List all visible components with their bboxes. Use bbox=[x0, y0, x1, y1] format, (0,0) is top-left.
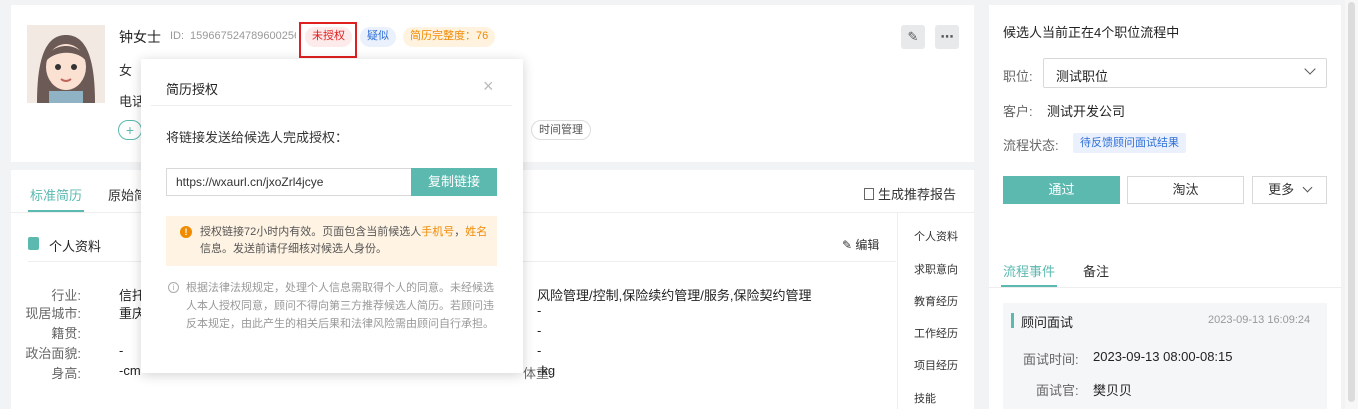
personal-section-title: 个人资料 bbox=[49, 239, 102, 254]
personal-field-label: 政治面貌: bbox=[25, 346, 81, 361]
personal-edit-button[interactable]: ✎ 编辑 bbox=[842, 236, 879, 253]
avatar bbox=[27, 25, 105, 103]
interview-time-label: 面试时间: bbox=[1023, 352, 1079, 367]
personal-field-label: 行业: bbox=[51, 288, 81, 303]
reject-button[interactable]: 淘汰 bbox=[1127, 176, 1244, 204]
personal-field-label: 身高: bbox=[51, 366, 81, 381]
interviewer-value: 樊贝贝 bbox=[1093, 383, 1133, 398]
interviewer-label: 面试官: bbox=[1036, 383, 1079, 398]
info-icon: i bbox=[168, 282, 179, 293]
modal-prompt: 将链接发送给候选人完成授权： bbox=[166, 130, 349, 145]
document-icon bbox=[864, 188, 874, 200]
candidate-id: 1596675247896002560 bbox=[190, 30, 296, 42]
personal-field-value: 风险管理/控制,保险续约管理/服务,保险契约管理 bbox=[537, 288, 812, 303]
personal-field-label: 现居城市: bbox=[25, 306, 81, 321]
process-card: 候选人当前正在4个职位流程中 职位: 测试职位 客户: 测试开发公司 流程状态:… bbox=[989, 5, 1341, 409]
candidate-id-label: ID: bbox=[170, 30, 185, 42]
client-value: 测试开发公司 bbox=[1047, 104, 1126, 119]
candidate-name: 钟女士 bbox=[119, 29, 161, 45]
process-summary: 候选人当前正在4个职位流程中 bbox=[1003, 25, 1180, 40]
modal-close-button[interactable]: × bbox=[483, 76, 494, 97]
close-icon: × bbox=[483, 76, 494, 96]
warning-box: ! 授权链接72小时内有效。页面包含当前候选人手机号，姓名信息。发送前请仔细核对… bbox=[166, 216, 497, 266]
status-badge: 待反馈顾问面试结果 bbox=[1073, 133, 1186, 153]
scrollbar-track[interactable] bbox=[1345, 0, 1358, 409]
event-title: 顾问面试 bbox=[1021, 315, 1074, 330]
side-nav-item[interactable]: 技能 bbox=[914, 390, 936, 406]
unauthorized-label[interactable]: 未授权 bbox=[305, 27, 352, 47]
personal-field-label: 籍贯: bbox=[51, 326, 81, 341]
auth-link-value: https://wxaurl.cn/jxoZrl4jcye bbox=[176, 175, 324, 189]
more-button-label: 更多 bbox=[1268, 182, 1295, 197]
tabs-divider bbox=[989, 287, 1341, 288]
scrollbar-thumb[interactable] bbox=[1348, 2, 1355, 402]
skill-tag: 时间管理 bbox=[531, 120, 591, 140]
position-select-value: 测试职位 bbox=[1056, 69, 1109, 84]
modal-title: 简历授权 bbox=[166, 82, 219, 97]
side-nav-item[interactable]: 教育经历 bbox=[914, 293, 958, 309]
copy-link-button[interactable]: 复制链接 bbox=[411, 168, 497, 196]
candidate-gender: 女 bbox=[119, 63, 133, 78]
event-accent bbox=[1011, 313, 1014, 328]
side-nav-item[interactable]: 项目经历 bbox=[914, 357, 958, 373]
ellipsis-icon: ⋯ bbox=[940, 29, 954, 44]
warning-text: 授权链接72小时内有效。页面包含当前候选人手机号，姓名信息。发送前请仔细核对候选… bbox=[200, 224, 490, 258]
personal-field-value: -kg bbox=[537, 363, 556, 378]
tab-standard-resume[interactable]: 标准简历 bbox=[30, 185, 82, 204]
generate-report-button[interactable]: 生成推荐报告 bbox=[864, 184, 956, 203]
warning-text-part2: 信息。发送前请仔细核对候选人身份。 bbox=[200, 243, 387, 255]
similar-tag: 疑似 bbox=[360, 27, 396, 47]
warning-name: 姓名 bbox=[465, 226, 488, 238]
edit-profile-button[interactable]: ✎ bbox=[901, 25, 925, 49]
personal-field-value: 信托 bbox=[119, 288, 141, 303]
generate-report-label: 生成推荐报告 bbox=[878, 187, 957, 202]
authorization-modal: 简历授权 × 将链接发送给候选人完成授权： https://wxaurl.cn/… bbox=[141, 59, 523, 373]
tab-notes[interactable]: 备注 bbox=[1083, 261, 1109, 280]
client-label: 客户: bbox=[1003, 104, 1033, 119]
section-icon bbox=[28, 237, 39, 250]
personal-field-value: - bbox=[119, 343, 124, 358]
side-nav-item[interactable]: 工作经历 bbox=[914, 325, 958, 341]
event-card: 顾问面试 2023-09-13 16:09:24 面试时间: 2023-09-1… bbox=[1003, 303, 1327, 409]
chevron-down-icon bbox=[1302, 182, 1313, 193]
position-select[interactable]: 测试职位 bbox=[1043, 58, 1327, 88]
position-label: 职位: bbox=[1003, 69, 1033, 84]
modal-header-divider bbox=[151, 105, 512, 106]
personal-field-value: - bbox=[537, 323, 542, 338]
personal-edit-label: 编辑 bbox=[855, 238, 880, 252]
side-nav-item[interactable]: 求职意向 bbox=[914, 261, 958, 277]
warning-text-part1: 授权链接72小时内有效。页面包含当前候选人 bbox=[200, 226, 422, 238]
warning-phone: 手机号 bbox=[421, 226, 455, 238]
pencil-icon: ✎ bbox=[842, 238, 853, 252]
interview-time-value: 2023-09-13 08:00-08:15 bbox=[1093, 349, 1233, 364]
status-label: 流程状态: bbox=[1003, 138, 1059, 153]
legal-note: 根据法律法规规定，处理个人信息需取得个人的同意。未经候选人本人授权同意，顾问不得… bbox=[186, 282, 494, 330]
side-nav-divider bbox=[897, 213, 898, 409]
personal-field-value: - bbox=[537, 343, 542, 358]
more-actions-button[interactable]: ⋯ bbox=[935, 25, 959, 49]
tab-original-resume[interactable]: 原始简历 bbox=[108, 185, 144, 204]
more-button[interactable]: 更多 bbox=[1252, 176, 1327, 204]
warning-icon: ! bbox=[180, 226, 192, 238]
personal-field-value: -cm bbox=[119, 363, 141, 378]
side-nav-item[interactable]: 个人资料 bbox=[914, 228, 958, 244]
event-time: 2023-09-13 16:09:24 bbox=[1208, 314, 1311, 326]
pass-button[interactable]: 通过 bbox=[1003, 176, 1120, 204]
chevron-down-icon bbox=[1304, 63, 1316, 75]
personal-field-value: 重庆 bbox=[119, 306, 141, 321]
pencil-icon: ✎ bbox=[907, 29, 919, 44]
auth-link-input[interactable]: https://wxaurl.cn/jxoZrl4jcye bbox=[166, 168, 412, 196]
add-tag-button[interactable]: + bbox=[118, 120, 142, 140]
tab-process-events[interactable]: 流程事件 bbox=[1003, 261, 1055, 280]
completeness-tag: 简历完整度：76 bbox=[403, 27, 496, 47]
warning-separator: ， bbox=[454, 226, 466, 238]
personal-field-value: - bbox=[537, 303, 542, 318]
